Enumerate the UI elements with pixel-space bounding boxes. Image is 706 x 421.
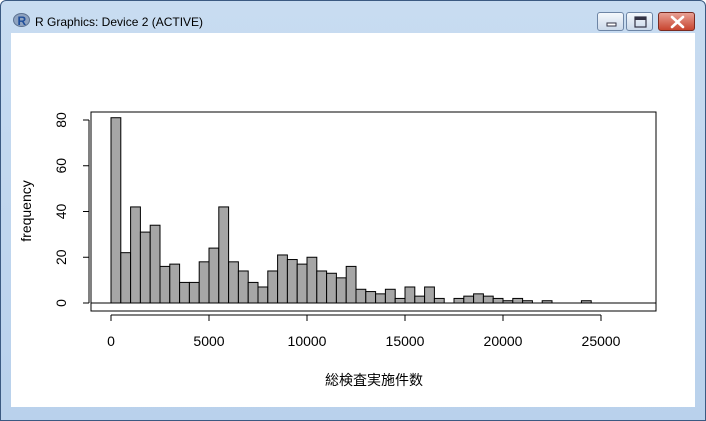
y-axis-label: frequency — [18, 180, 34, 241]
histogram-bar — [404, 286, 416, 304]
y-tick-label: 80 — [53, 112, 69, 128]
histogram-bar — [414, 295, 426, 304]
close-icon — [670, 15, 685, 29]
x-tick-label: 5000 — [193, 333, 224, 349]
x-tick-label: 20000 — [484, 333, 523, 349]
histogram-bar — [188, 281, 200, 304]
svg-text:R: R — [18, 14, 27, 28]
histogram-bar — [267, 270, 279, 304]
histogram-bar — [306, 256, 318, 304]
maximize-button[interactable] — [626, 12, 653, 31]
histogram-bar — [159, 265, 171, 304]
histogram-bar — [463, 295, 475, 304]
histogram-bar — [228, 261, 239, 304]
histogram-bar — [326, 272, 337, 304]
histogram-bar — [277, 254, 288, 304]
histogram-bar — [257, 286, 269, 304]
r-logo-icon: R — [13, 13, 30, 28]
title-bar[interactable]: R R Graphics: Device 2 (ACTIVE) — [1, 1, 705, 33]
x-axis-label: 総検査実施件数 — [325, 372, 423, 388]
histogram-bar — [149, 224, 161, 304]
histogram-bar — [110, 117, 122, 304]
histogram-bar — [394, 297, 406, 304]
y-tick-label: 0 — [53, 299, 69, 307]
histogram-bar — [208, 247, 220, 304]
histogram-bar — [365, 291, 377, 304]
histogram-bar — [355, 288, 367, 304]
histogram-bar — [218, 206, 230, 304]
x-tick-label: 15000 — [386, 333, 425, 349]
histogram-bar — [120, 252, 132, 304]
y-tick-label: 40 — [53, 204, 69, 220]
histogram-bar — [482, 295, 494, 304]
x-axis: 0 5000 10000 15000 20000 25000 — [107, 314, 621, 349]
histogram-bar — [237, 270, 249, 304]
y-tick-label: 20 — [53, 249, 69, 265]
histogram-bar — [453, 297, 465, 304]
histogram-bar — [130, 206, 141, 304]
close-button[interactable] — [658, 12, 695, 31]
minimize-icon — [606, 22, 617, 27]
x-tick-label: 0 — [107, 333, 115, 349]
histogram-bar — [512, 297, 524, 304]
histogram-bar — [335, 277, 347, 304]
r-graphics-window: R R Graphics: Device 2 (ACTIVE) 0 5000 100… — [0, 0, 706, 421]
y-axis: 0 20 40 60 80 — [53, 112, 90, 307]
window-title: R Graphics: Device 2 (ACTIVE) — [35, 15, 204, 29]
histogram-bar — [375, 293, 386, 304]
y-tick-label: 60 — [53, 158, 69, 174]
histogram-bar — [286, 259, 298, 304]
histogram-bar — [247, 281, 259, 304]
histogram-bar — [169, 263, 181, 304]
histogram-chart: 0 5000 10000 15000 20000 25000 0 20 40 60 80 総検査実… — [18, 111, 705, 388]
histogram-bar — [492, 297, 504, 304]
maximize-icon — [634, 16, 647, 28]
histogram-bar — [139, 231, 151, 304]
histogram-bar — [179, 281, 190, 304]
minimize-button[interactable] — [597, 12, 624, 31]
histogram-bar — [473, 293, 484, 304]
histogram-bar — [345, 265, 357, 304]
plot-area: 0 5000 10000 15000 20000 25000 0 20 40 60 80 総検査実… — [11, 33, 705, 407]
x-tick-label: 25000 — [582, 333, 621, 349]
histogram-bar — [316, 270, 328, 304]
x-tick-label: 10000 — [288, 333, 327, 349]
histogram-bars — [110, 117, 705, 304]
histogram-bar — [198, 261, 210, 304]
histogram-bar — [424, 286, 435, 304]
histogram-bar — [433, 297, 445, 304]
histogram-bar — [384, 288, 396, 304]
histogram-bar — [296, 263, 308, 304]
